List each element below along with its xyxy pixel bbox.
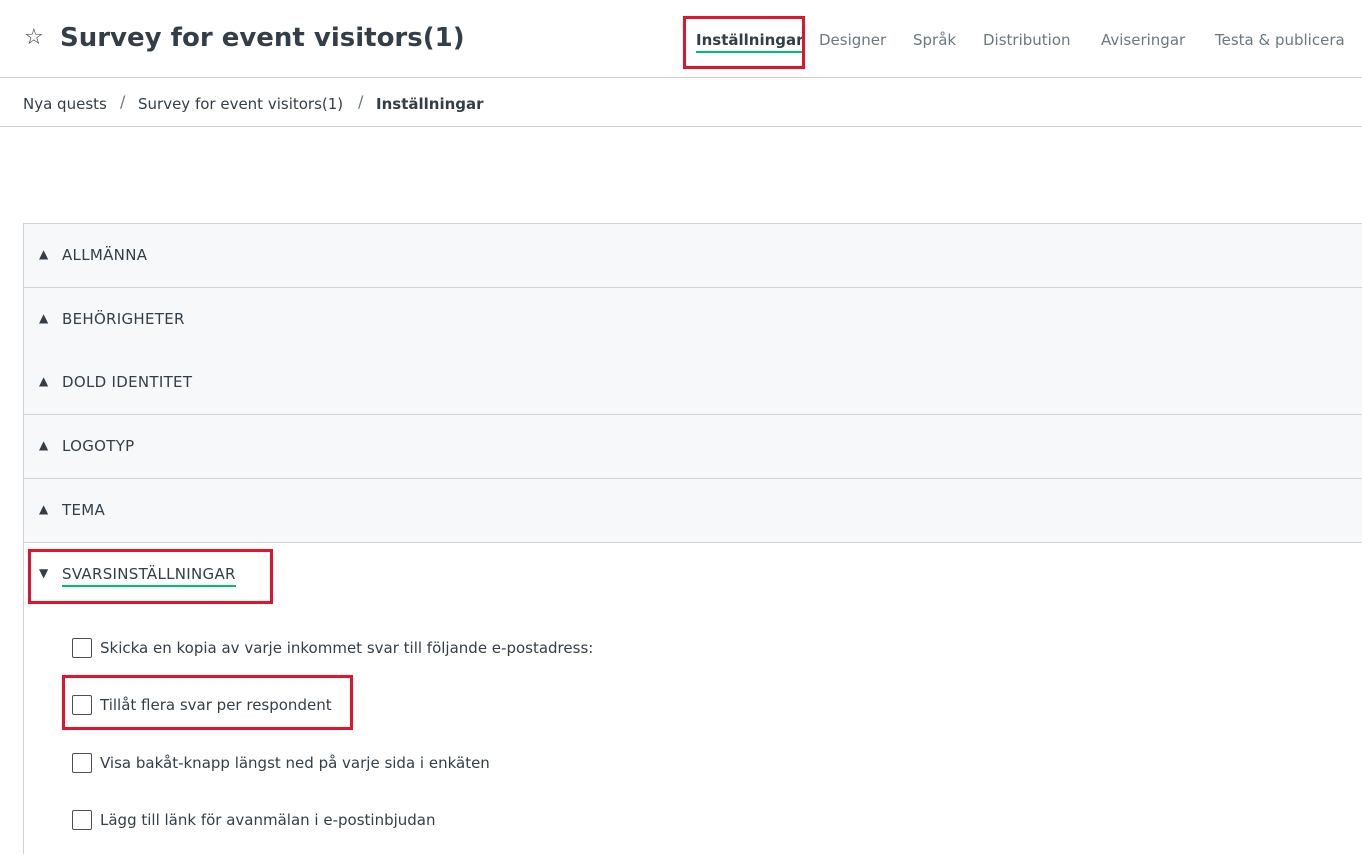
expand-arrow-icon: ▼ — [39, 566, 49, 580]
breadcrumb: Nya quests / Survey for event visitors(1… — [0, 78, 1362, 127]
tab-aviseringar[interactable]: Aviseringar — [1101, 30, 1185, 50]
checkbox[interactable] — [72, 753, 92, 773]
section-behorigheter[interactable]: ▲ BEHÖRIGHETER — [24, 288, 1362, 352]
tab-testa-publicera[interactable]: Testa & publicera — [1215, 30, 1345, 50]
tab-installningar[interactable]: Inställningar — [696, 30, 804, 53]
collapse-arrow-icon: ▲ — [39, 247, 49, 261]
section-header-svarsinstallningar[interactable]: ▼ SVARSINSTÄLLNINGAR — [24, 543, 324, 607]
collapse-arrow-icon: ▲ — [39, 374, 49, 388]
section-label: ALLMÄNNA — [62, 246, 148, 264]
section-label: BEHÖRIGHETER — [62, 310, 185, 328]
option-label: Visa bakåt-knapp längst ned på varje sid… — [100, 754, 490, 772]
breadcrumb-link-survey[interactable]: Survey for event visitors(1) — [138, 94, 343, 114]
section-label: LOGOTYP — [62, 437, 135, 455]
tab-distribution[interactable]: Distribution — [983, 30, 1071, 50]
tab-sprak[interactable]: Språk — [913, 30, 956, 50]
collapse-arrow-icon: ▲ — [39, 438, 49, 452]
collapse-arrow-icon: ▲ — [39, 311, 49, 325]
section-label: TEMA — [62, 501, 106, 519]
option-label: Lägg till länk för avanmälan i e-postinb… — [100, 811, 436, 829]
settings-accordion: ▲ ALLMÄNNA ▲ BEHÖRIGHETER ▲ DOLD IDENTIT… — [23, 223, 1362, 855]
checkbox[interactable] — [72, 695, 92, 715]
section-svarsinstallningar: ▼ SVARSINSTÄLLNINGAR Skicka en kopia av … — [24, 543, 1362, 855]
breadcrumb-separator: / — [120, 92, 126, 111]
main-tabs: Inställningar Designer Språk Distributio… — [0, 0, 1362, 78]
option-label: Tillåt flera svar per respondent — [100, 696, 332, 714]
section-dold-identitet[interactable]: ▲ DOLD IDENTITET — [24, 351, 1362, 415]
section-allmanna[interactable]: ▲ ALLMÄNNA — [24, 224, 1362, 288]
section-label: SVARSINSTÄLLNINGAR — [62, 564, 236, 587]
checkbox[interactable] — [72, 810, 92, 830]
top-bar: ☆ Survey for event visitors(1) Inställni… — [0, 0, 1362, 78]
section-logotyp[interactable]: ▲ LOGOTYP — [24, 415, 1362, 479]
section-label: DOLD IDENTITET — [62, 373, 193, 391]
breadcrumb-separator: / — [358, 92, 364, 111]
checkbox[interactable] — [72, 638, 92, 658]
breadcrumb-link-nya-quests[interactable]: Nya quests — [23, 94, 107, 114]
collapse-arrow-icon: ▲ — [39, 502, 49, 516]
breadcrumb-current: Inställningar — [376, 95, 484, 113]
option-label: Skicka en kopia av varje inkommet svar t… — [100, 639, 594, 657]
tab-designer[interactable]: Designer — [819, 30, 886, 50]
section-tema[interactable]: ▲ TEMA — [24, 479, 1362, 543]
